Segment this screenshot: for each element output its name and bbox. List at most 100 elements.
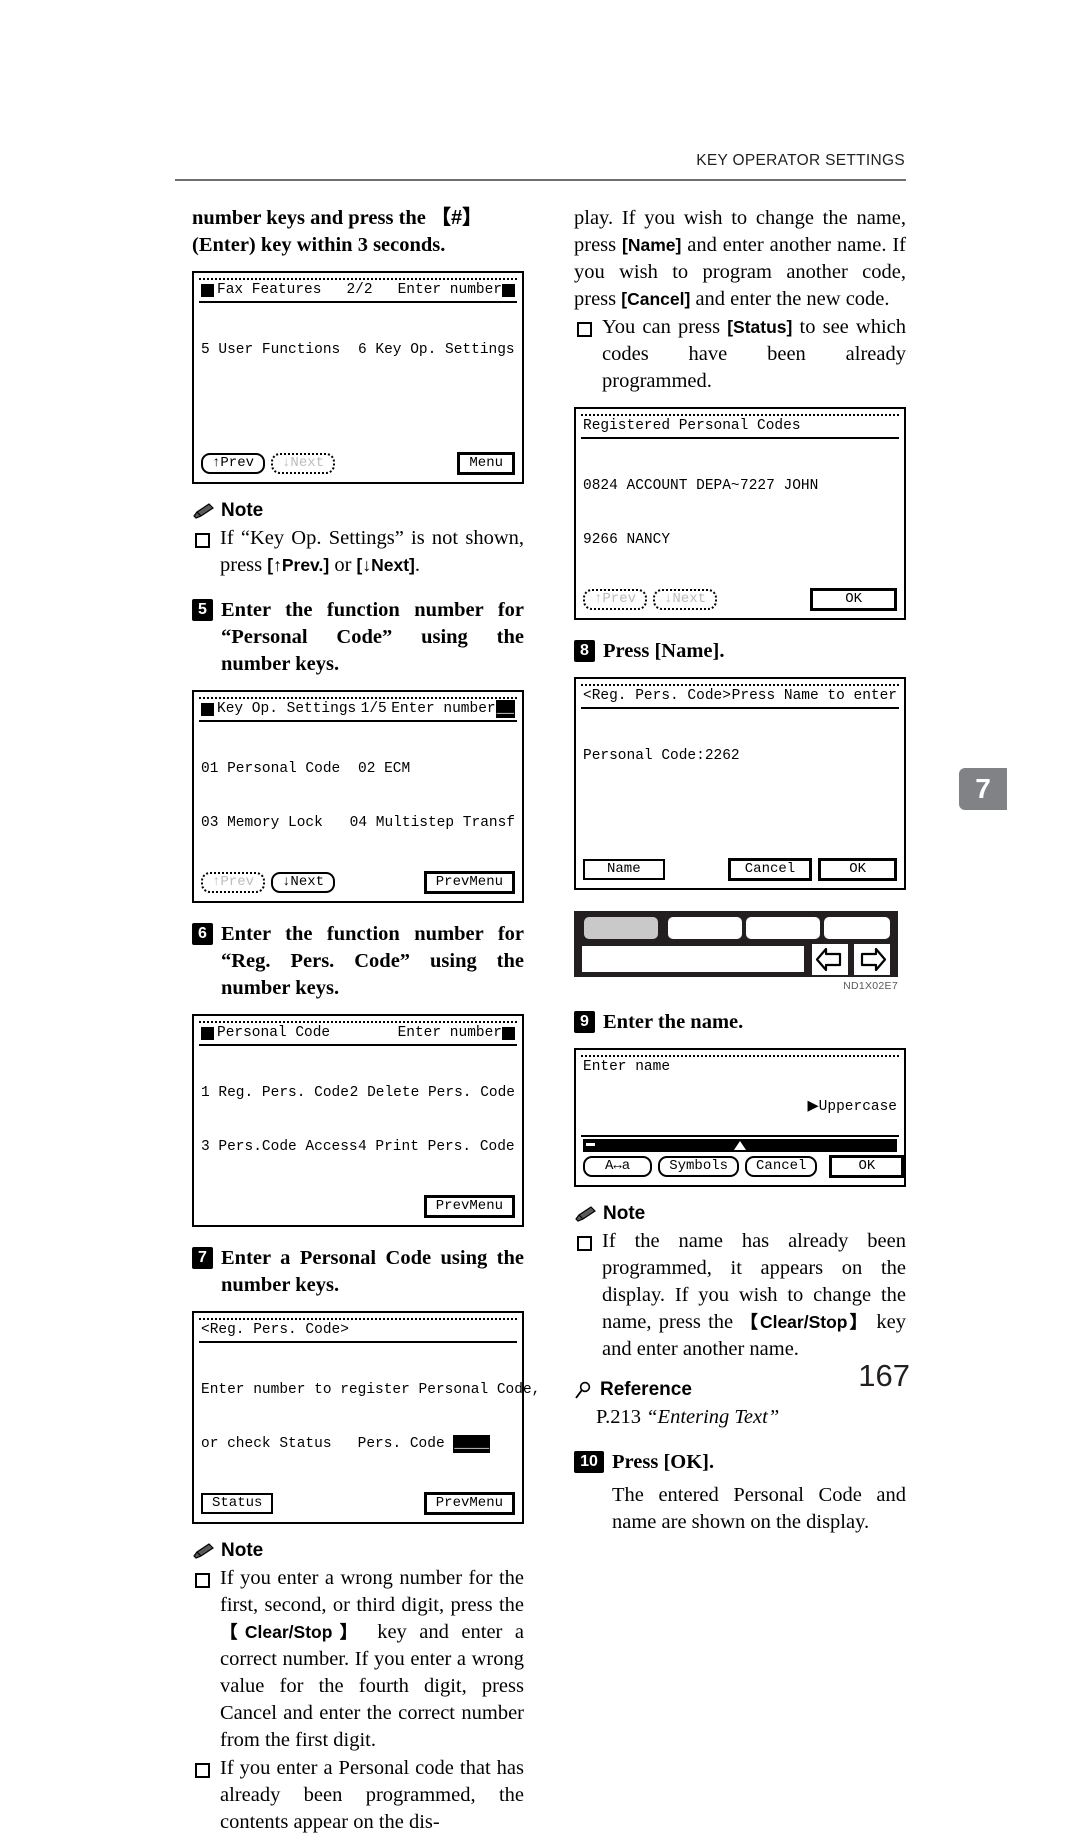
name-keycap: [Name] bbox=[622, 235, 682, 255]
clear-stop-keycap: 【Clear/Stop】 bbox=[740, 1312, 870, 1332]
step-number: 5 bbox=[192, 599, 213, 621]
magnifier-icon bbox=[574, 1381, 593, 1400]
lcd-instruction-line2a: or check Status bbox=[201, 1436, 332, 1452]
step-ok-keycap: [OK] bbox=[663, 1451, 709, 1473]
selection-square-icon bbox=[201, 702, 214, 716]
lcd-option-print-pers-code[interactable]: 4 Print Pers. Code bbox=[358, 1138, 515, 1156]
lcd-option-reg-pers-code[interactable]: 1 Reg. Pers. Code bbox=[201, 1084, 350, 1102]
note-text-a: If you enter a wrong number for the firs… bbox=[220, 1567, 524, 1616]
step-text-a: Press bbox=[603, 640, 650, 662]
registered-code-entry-2: 7227 JOHN bbox=[740, 478, 819, 494]
lcd-option-user-functions[interactable]: 5 User Functions bbox=[201, 341, 358, 359]
lcd-prev-button[interactable]: ↑Prev bbox=[583, 589, 648, 610]
lcd-text-entry-strip[interactable] bbox=[583, 1139, 897, 1152]
lcd-row: 0824 ACCOUNT DEPA~ 7227 JOHN bbox=[583, 477, 897, 495]
lcd-title-left: Key Op. Settings bbox=[217, 701, 357, 717]
pencil-icon bbox=[192, 503, 214, 519]
lcd-prevmenu-button[interactable]: PrevMenu bbox=[423, 1195, 515, 1218]
step-text-a: Press bbox=[612, 1451, 659, 1473]
lcd-personal-code: Personal Code Enter number 1 Reg. Pers. … bbox=[192, 1014, 524, 1227]
header-rule bbox=[175, 179, 906, 181]
step-number: 10 bbox=[574, 1451, 604, 1473]
lcd-ok-button[interactable]: OK bbox=[829, 1155, 905, 1178]
note-heading: Note bbox=[192, 1540, 524, 1562]
lcd-option-delete-pers-code[interactable]: 2 Delete Pers. Code bbox=[350, 1084, 515, 1102]
lcd-reg-pers-code: <Reg. Pers. Code> Enter number to regist… bbox=[192, 1311, 540, 1524]
lcd-key-op-settings: Key Op. Settings 1/5 Enter number __ 01 … bbox=[192, 690, 524, 903]
continued-heading: number keys and press the 【#】 (Enter) ke… bbox=[192, 205, 524, 259]
lcd-case-toggle-button[interactable]: A↔a bbox=[583, 1156, 653, 1177]
lcd-title-right: Press Name to enter bbox=[731, 688, 897, 704]
note-text-c: . bbox=[414, 554, 420, 576]
lcd-option-memory-lock[interactable]: 03 Memory Lock bbox=[201, 814, 350, 832]
selection-square-icon bbox=[201, 283, 214, 297]
panel-function-key-4[interactable] bbox=[824, 917, 890, 939]
lcd-next-button[interactable]: ↓Next bbox=[271, 453, 336, 474]
reference-heading: Reference bbox=[574, 1379, 906, 1401]
pers-code-input-field[interactable]: ____ bbox=[453, 1435, 491, 1453]
lcd-title: Registered Personal Codes bbox=[583, 418, 801, 434]
lcd-personal-code-value: Personal Code:2262 bbox=[583, 748, 740, 764]
lcd-row: Personal Code:2262 bbox=[583, 747, 897, 765]
operation-panel-illustration: ND1X02E7 bbox=[574, 904, 898, 992]
step-number: 9 bbox=[574, 1011, 595, 1033]
lcd-symbols-button[interactable]: Symbols bbox=[658, 1156, 740, 1177]
continued-heading-line2: (Enter) key within 3 seconds. bbox=[192, 234, 446, 256]
lcd-row: Enter number to register Personal Code, bbox=[201, 1381, 540, 1399]
step-text: Enter the function number for “Reg. Pers… bbox=[221, 923, 524, 999]
lcd-prev-button[interactable]: ↑Prev bbox=[201, 453, 266, 474]
lcd-title-bar: <Reg. Pers. Code> Press Name to enter bbox=[581, 684, 899, 709]
lcd-title-center: 2/2 bbox=[346, 282, 373, 298]
lcd-cancel-button[interactable]: Cancel bbox=[745, 1156, 818, 1177]
chapter-tab-number: 7 bbox=[975, 773, 991, 804]
lcd-title-bar: Key Op. Settings 1/5 Enter number __ bbox=[199, 697, 517, 722]
lcd-option-pers-code-access[interactable]: 3 Pers.Code Access bbox=[201, 1138, 358, 1156]
arrow-left-icon bbox=[815, 947, 842, 972]
lcd-title-left: Personal Code bbox=[217, 1025, 331, 1041]
lcd-next-button[interactable]: ↓Next bbox=[271, 872, 336, 893]
step-text: Enter the function number for “Personal … bbox=[221, 599, 524, 675]
panel-right-arrow-key[interactable] bbox=[854, 944, 890, 975]
lcd-cancel-button[interactable]: Cancel bbox=[727, 858, 813, 881]
lcd-ok-button[interactable]: OK bbox=[818, 858, 897, 881]
lcd-title-right: Enter number bbox=[397, 1025, 502, 1041]
lcd-instruction-line1: Enter number to register Personal Code, bbox=[201, 1382, 541, 1398]
note-label: Note bbox=[221, 500, 264, 521]
note-label: Note bbox=[221, 1540, 264, 1561]
lcd-name-button[interactable]: Name bbox=[583, 859, 665, 880]
lcd-title-bar: Registered Personal Codes bbox=[581, 414, 899, 439]
lcd-row: or check Status Pers. Code ____ bbox=[201, 1435, 515, 1453]
panel-display-area bbox=[582, 946, 804, 972]
step-9: 9 Enter the name. bbox=[574, 1009, 906, 1036]
page-header: KEY OPERATOR SETTINGS bbox=[175, 152, 905, 170]
lcd-enter-name: Enter name ▶Uppercase A↔a Symbols Cancel… bbox=[574, 1048, 906, 1187]
lcd-prevmenu-button[interactable]: PrevMenu bbox=[423, 1492, 515, 1515]
lcd-title-bar: Fax Features 2/2 Enter number bbox=[199, 278, 517, 303]
step-number: 7 bbox=[192, 1247, 213, 1269]
lcd-title-left: <Reg. Pers. Code> bbox=[201, 1322, 349, 1338]
lcd-ok-button[interactable]: OK bbox=[810, 588, 897, 611]
lcd-menu-button[interactable]: Menu bbox=[457, 452, 515, 475]
lcd-row: 01 Personal Code 02 ECM bbox=[201, 760, 515, 778]
registered-code-entry-3: 9266 NANCY bbox=[583, 532, 671, 548]
lcd-next-button[interactable]: ↓Next bbox=[653, 589, 718, 610]
step-5: 5 Enter the function number for “Persona… bbox=[192, 597, 524, 678]
reference-item[interactable]: P.213 “Entering Text” bbox=[574, 1404, 906, 1431]
lcd-option-multistep-transf[interactable]: 04 Multistep Transf bbox=[350, 814, 515, 832]
lcd-title: Enter name bbox=[583, 1059, 671, 1075]
panel-function-key-1[interactable] bbox=[584, 917, 658, 939]
lcd-option-ecm[interactable]: 02 ECM bbox=[358, 760, 410, 778]
lcd-prevmenu-button[interactable]: PrevMenu bbox=[423, 871, 515, 894]
page-header-title: KEY OPERATOR SETTINGS bbox=[696, 152, 905, 169]
cancel-keycap: [Cancel] bbox=[621, 289, 691, 309]
lcd-option-personal-code[interactable]: 01 Personal Code bbox=[201, 760, 358, 778]
lcd-option-key-op-settings[interactable]: 6 Key Op. Settings bbox=[358, 341, 515, 359]
panel-function-key-2[interactable] bbox=[668, 917, 742, 939]
cursor-block-icon bbox=[502, 1026, 515, 1040]
lcd-title-bar: <Reg. Pers. Code> bbox=[199, 1318, 517, 1343]
panel-left-arrow-key[interactable] bbox=[812, 944, 848, 975]
lcd-prev-button[interactable]: ↑Prev bbox=[201, 872, 266, 893]
lcd-fax-features: Fax Features 2/2 Enter number 5 User Fun… bbox=[192, 271, 524, 484]
panel-function-key-3[interactable] bbox=[746, 917, 820, 939]
lcd-status-button[interactable]: Status bbox=[201, 1493, 274, 1514]
